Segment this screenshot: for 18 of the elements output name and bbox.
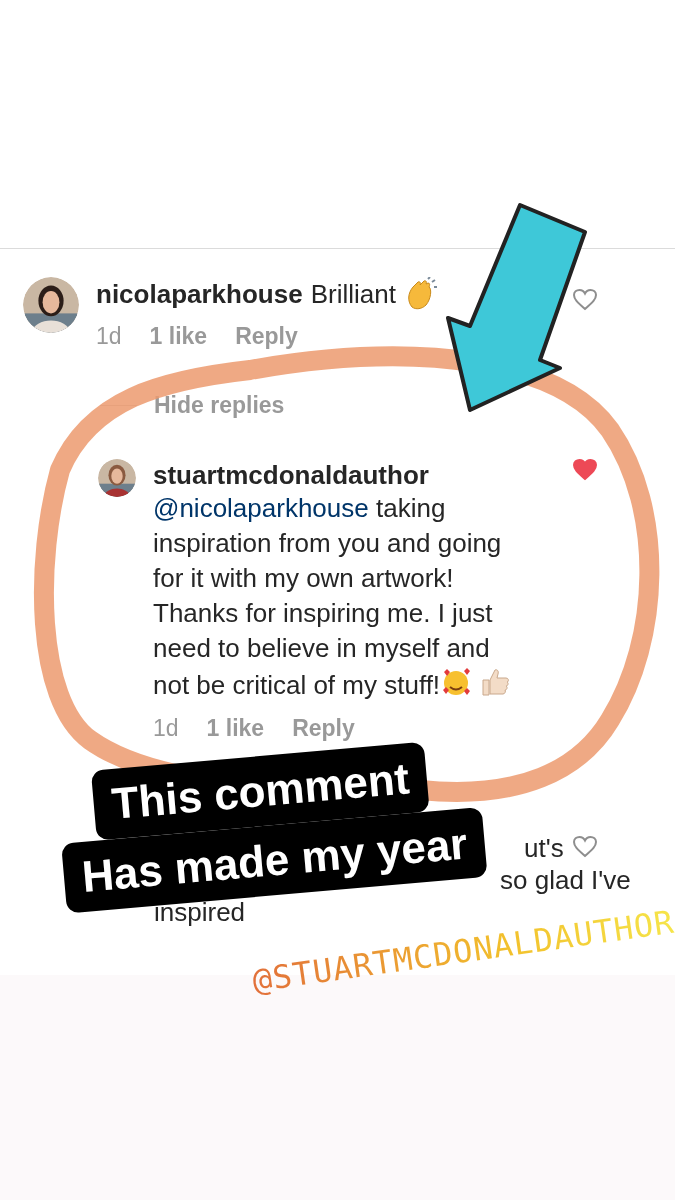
heart-icon[interactable]	[573, 836, 597, 858]
comment-text: Brilliant	[310, 278, 396, 310]
heart-icon[interactable]	[573, 289, 597, 311]
heart-icon[interactable]	[573, 459, 597, 481]
reply-link[interactable]: Reply	[235, 323, 298, 350]
like-count[interactable]: 1 like	[149, 323, 208, 350]
comment-text: ut's	[524, 832, 564, 864]
comment-text: so glad I've	[500, 864, 631, 896]
comment-time: 1d	[96, 323, 122, 350]
hide-replies-link[interactable]: Hide replies	[154, 392, 285, 419]
comment-time: 1d	[153, 715, 179, 742]
reply-text: @nicolaparkhouse taking inspiration from you and going for it with my own artwork! Thanks for inspiring me. I just need to believe in myself and not be critical of my stuff!	[153, 491, 512, 703]
like-count[interactable]: 1 like	[206, 715, 265, 742]
username[interactable]: stuartmcdonaldauthor	[153, 459, 429, 491]
smiling-face-with-hearts-icon	[440, 666, 473, 698]
thumbs-up-icon	[479, 666, 512, 698]
reply-link[interactable]: Reply	[292, 715, 355, 742]
username[interactable]: nicolaparkhouse	[96, 278, 303, 310]
